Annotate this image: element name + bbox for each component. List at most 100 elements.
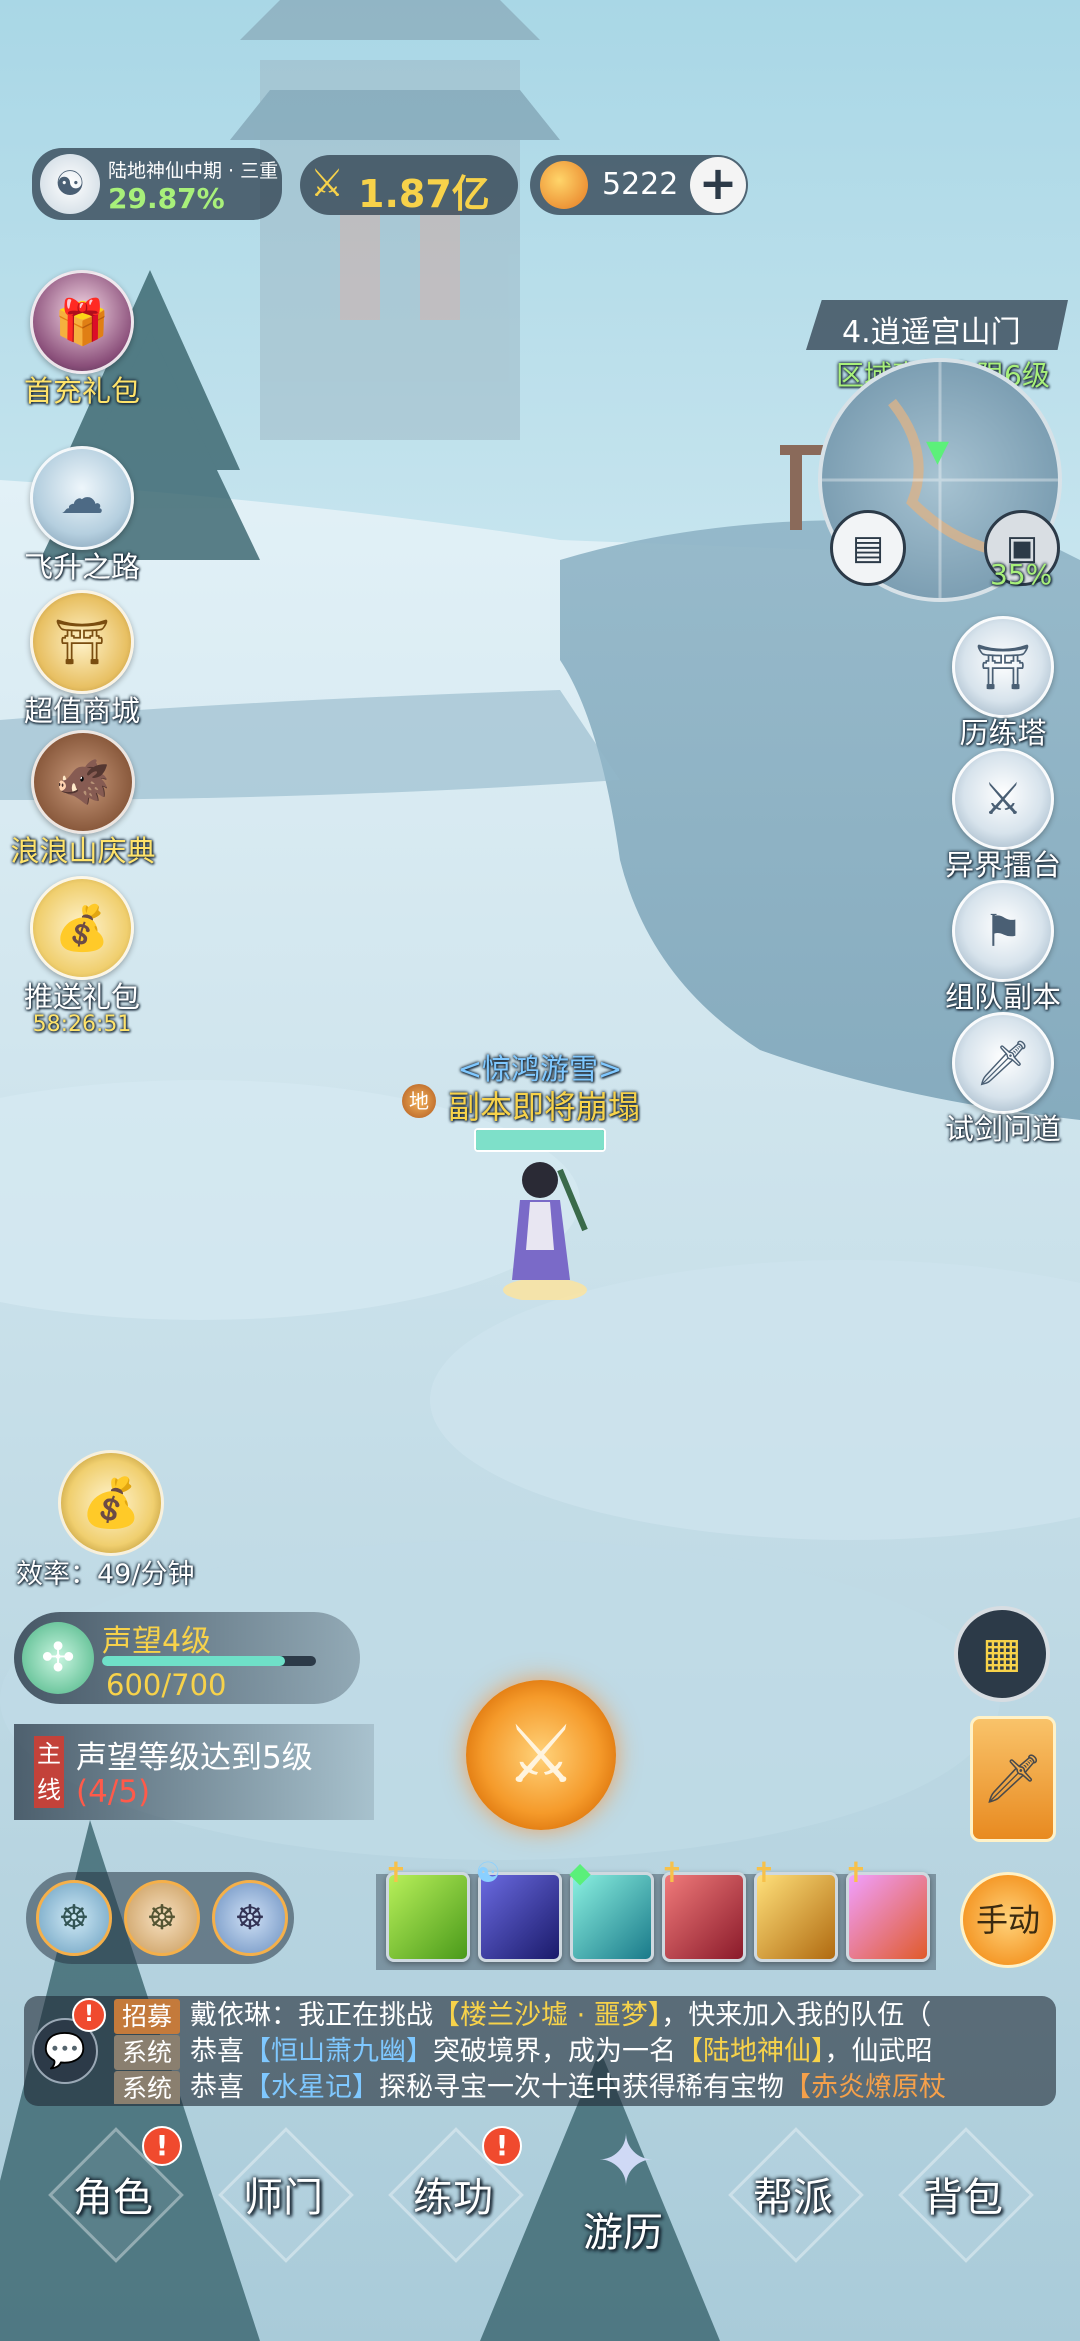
trial-tower-button[interactable]: ⛩ 历练塔 <box>938 616 1068 752</box>
nav-guild-label: 帮派 <box>753 2175 833 2221</box>
player-character[interactable] <box>500 1150 590 1302</box>
ascend-road-button[interactable]: ☁ 飞升之路 <box>22 446 142 586</box>
nav-role-badge: ! <box>142 2126 182 2166</box>
ascend-road-label: 飞升之路 <box>23 550 140 584</box>
efficiency-value: 49/分钟 <box>97 1559 195 1590</box>
nav-travel-emblem-icon: ✦ <box>596 2120 656 2202</box>
attack-button[interactable]: ⚔ <box>466 1680 616 1830</box>
chat-text-segment: 戴依琳：我正在挑战 <box>190 2000 434 2031</box>
chat-text-segment: 【水星记】 <box>244 2072 380 2103</box>
currency-panel[interactable]: 5222 + <box>530 155 748 215</box>
chat-text-segment: 探秘寻宝一次十连中获得稀有宝物 <box>379 2072 785 2103</box>
location-name: 4.逍遥宫山门 <box>842 315 1021 350</box>
chat-line: 招募 戴依琳：我正在挑战【楼兰沙墟 · 噩梦】，快来加入我的队伍（ <box>114 1998 1054 2034</box>
gem-pin-icon: ◆ <box>569 1856 591 1889</box>
money-bag-icon: 💰 <box>81 1475 141 1531</box>
nav-guild[interactable]: 帮派 <box>718 2165 868 2223</box>
meditating-figure-icon: ☸ <box>58 1898 90 1938</box>
crossed-swords-icon: ⚔ <box>310 161 345 205</box>
rank-badge-text: 地 <box>409 1089 429 1113</box>
trial-tower-label: 历练塔 <box>959 716 1047 750</box>
main-quest-panel[interactable]: 主线 声望等级达到5级 (4/5) <box>14 1724 374 1820</box>
nav-training-badge: ! <box>482 2126 522 2166</box>
companion-slot-3[interactable]: ☸ <box>212 1880 288 1956</box>
quest-progress: (4/5) <box>76 1774 151 1810</box>
jade-coin-icon <box>540 161 588 209</box>
chat-text-segment: 突破境界，成为一名 <box>433 2036 677 2067</box>
combat-power-value: 1.87亿 <box>358 172 490 216</box>
skill-slot-5[interactable]: ✝ <box>752 1857 838 1962</box>
ascend-icon: ☁ <box>30 446 134 550</box>
nav-sect-label: 师门 <box>243 2175 323 2221</box>
otherworld-arena-button[interactable]: ⚔ 异界擂台 <box>938 748 1068 884</box>
first-recharge-button[interactable]: 🎁 首充礼包 <box>22 270 142 410</box>
value-shop-label: 超值商城 <box>23 694 140 728</box>
efficiency-bag-button[interactable]: 💰 <box>58 1450 164 1556</box>
chat-channel-tag: 招募 <box>114 1999 181 2034</box>
skill-slot-1[interactable]: ✝ <box>384 1857 470 1962</box>
nav-travel[interactable]: 游历 <box>548 2200 698 2258</box>
character-status: 副本即将崩塌 <box>448 1088 641 1126</box>
chat-text-segment: ，快来加入我的队伍（ <box>661 2000 932 2031</box>
sword-trial-button[interactable]: 🗡 试剑问道 <box>930 1012 1076 1148</box>
team-dungeon-label: 组队副本 <box>944 980 1061 1014</box>
skill-slot-6[interactable]: ✝ <box>844 1857 930 1962</box>
realm-name: 陆地神仙中期 · 三重 <box>108 160 279 182</box>
nav-training[interactable]: 练功 <box>378 2165 528 2223</box>
nav-bag[interactable]: 背包 <box>888 2165 1038 2223</box>
sword-trial-label: 试剑问道 <box>944 1112 1061 1146</box>
quest-text: 声望等级达到5级 <box>76 1740 313 1776</box>
golden-figure-icon: ☸ <box>146 1898 178 1938</box>
companion-slot-1[interactable]: ☸ <box>36 1880 112 1956</box>
reputation-bar <box>102 1656 316 1666</box>
nav-role[interactable]: 角色 <box>38 2165 188 2223</box>
nav-travel-label: 游历 <box>583 2210 663 2256</box>
skill-slot-3[interactable]: ◆ <box>569 1857 654 1962</box>
sword-pin-icon: ✝ <box>752 1856 776 1889</box>
blue-figure-icon: ☸ <box>234 1898 266 1938</box>
chest-percent: 35% <box>990 558 1053 591</box>
nav-training-label: 练功 <box>413 2175 493 2221</box>
sword-icon: 🗡 <box>952 1012 1054 1114</box>
combat-power-panel[interactable]: ⚔ 1.87亿 <box>300 155 518 216</box>
weapon-switch-button[interactable]: 🗡 <box>970 1716 1056 1842</box>
character-hp-fill <box>476 1130 604 1150</box>
sword-pin-icon: ✝ <box>660 1856 684 1889</box>
nav-role-label: 角色 <box>73 2175 153 2221</box>
chat-text-segment: 恭喜 <box>190 2036 245 2067</box>
map-journal-button[interactable]: ▤ <box>830 510 906 586</box>
player-marker-icon: ▼ <box>926 434 950 469</box>
nav-sect[interactable]: 师门 <box>208 2165 358 2223</box>
chat-text-segment: 【恒山萧九幽】 <box>244 2036 434 2067</box>
langlang-festival-label: 浪浪山庆典 <box>10 834 156 868</box>
reputation-panel[interactable]: ✣ 声望4级 600/700 <box>14 1612 360 1704</box>
reputation-bar-fill <box>102 1656 286 1666</box>
realm-avatar-icon: ☯ <box>40 154 100 214</box>
companion-slot-2[interactable]: ☸ <box>124 1880 200 1956</box>
langlang-festival-button[interactable]: 🐗 浪浪山庆典 <box>8 730 158 870</box>
crossed-swords-attack-icon: ⚔ <box>505 1708 577 1801</box>
chat-panel[interactable]: 💬 ! 招募 戴依琳：我正在挑战【楼兰沙墟 · 噩梦】，快来加入我的队伍（ 系统 恭喜… <box>24 1996 1056 2106</box>
manual-mode-button[interactable]: 手动 <box>960 1872 1056 1968</box>
chat-text-segment: 【陆地神仙】 <box>676 2036 825 2067</box>
shop-icon: ⛩ <box>30 590 134 694</box>
push-gift-button[interactable]: 💰 推送礼包 58:26:51 <box>22 876 142 1037</box>
character-sprite <box>503 1162 588 1302</box>
skill-slot-2[interactable]: ☯ <box>475 1857 562 1962</box>
chat-text-segment: ，仙武昭 <box>824 2036 933 2067</box>
quest-tag-text: 主线 <box>37 1740 61 1804</box>
bag-icon: 💰 <box>30 876 134 980</box>
team-dungeon-button[interactable]: ⚑ 组队副本 <box>930 880 1076 1016</box>
efficiency-row: 效率：49/分钟 <box>16 1552 194 1591</box>
skill-slot-4[interactable]: ✝ <box>660 1857 746 1962</box>
location-bar[interactable]: 4.逍遥宫山门 <box>806 300 1068 350</box>
chat-channel-tag: 系统 <box>114 2035 181 2070</box>
value-shop-button[interactable]: ⛩ 超值商城 <box>22 590 142 730</box>
tower-icon: ⛩ <box>952 616 1054 718</box>
chat-text-segment: 【楼兰沙墟 · 噩梦】 <box>433 2000 662 2031</box>
add-currency-button[interactable]: + <box>690 157 746 213</box>
rank-badge-icon: 地 <box>402 1084 436 1118</box>
function-grid-button[interactable]: ▦ <box>954 1606 1050 1702</box>
realm-panel[interactable]: ☯ 陆地神仙中期 · 三重 29.87% <box>32 148 282 220</box>
efficiency-label: 效率： <box>16 1559 97 1590</box>
